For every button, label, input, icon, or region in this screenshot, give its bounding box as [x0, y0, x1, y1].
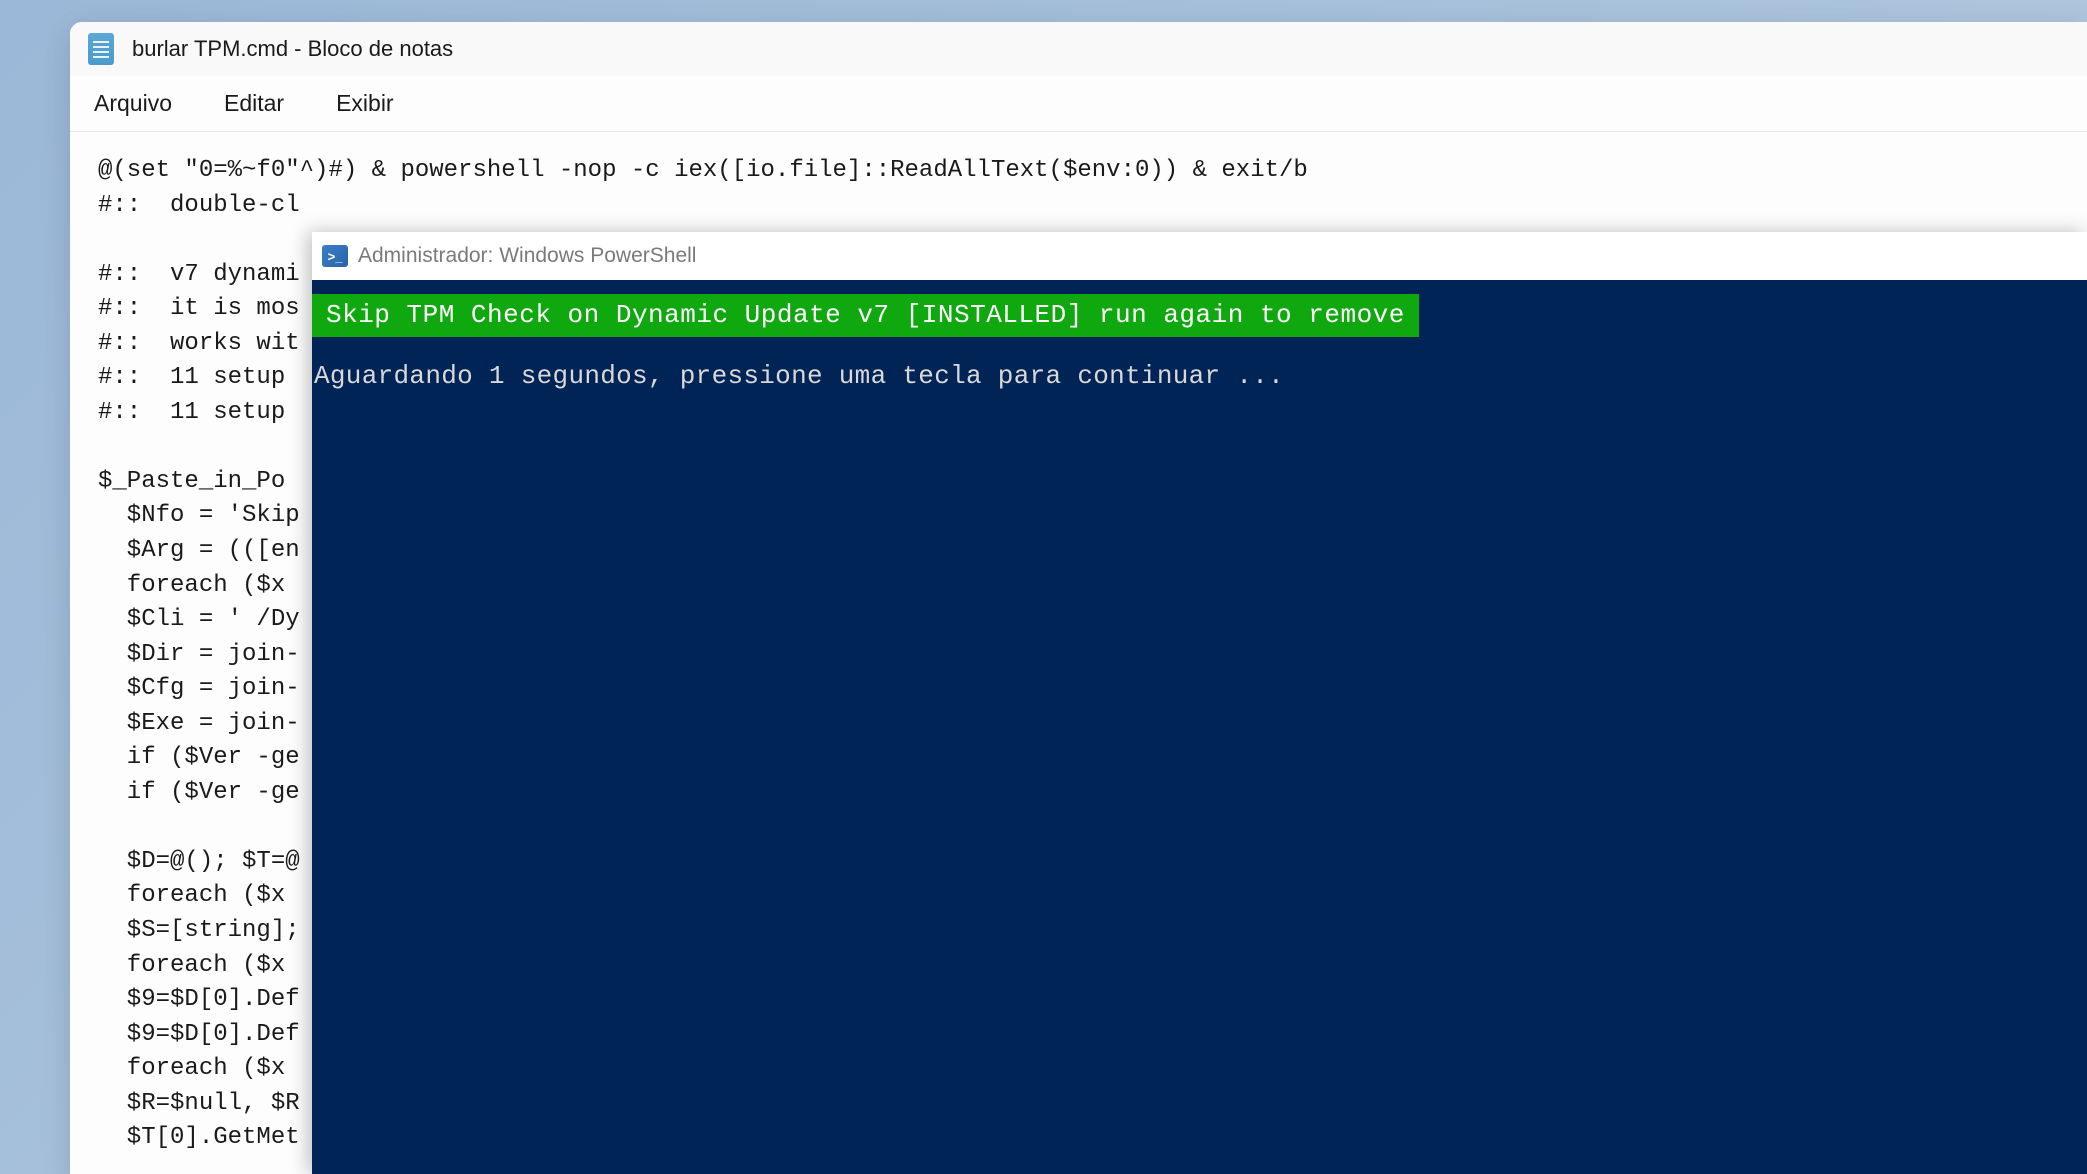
code-line: foreach ($x [98, 882, 285, 909]
notepad-menubar: Arquivo Editar Exibir [70, 76, 2087, 132]
powershell-window: >_ Administrador: Windows PowerShell Ski… [312, 232, 2087, 1174]
ps-status-line: Skip TPM Check on Dynamic Update v7 [INS… [312, 294, 1419, 337]
code-line: $S=[string]; [98, 917, 300, 944]
code-line: $_Paste_in_Po [98, 468, 285, 495]
notepad-titlebar[interactable]: burlar TPM.cmd - Bloco de notas [70, 22, 2087, 76]
code-line: $Dir = join- [98, 641, 300, 668]
code-line: foreach ($x [98, 952, 285, 979]
code-line: $Cfg = join- [98, 675, 300, 702]
code-line: $9=$D[0].Def [98, 1021, 300, 1048]
code-line: $Cli = ' /Dy [98, 606, 300, 633]
code-line: @(set "0=%~f0"^)#) & powershell -nop -c … [98, 157, 1308, 184]
ps-wait-line: Aguardando 1 segundos, pressione uma tec… [312, 355, 2087, 398]
code-line: if ($Ver -ge [98, 744, 300, 771]
menu-file[interactable]: Arquivo [94, 90, 172, 117]
code-line: #:: double-cl [98, 192, 300, 219]
code-line: $R=$null, $R [98, 1090, 300, 1117]
code-line: foreach ($x [98, 572, 285, 599]
code-line: #:: v7 dynami [98, 261, 300, 288]
powershell-app-icon: >_ [322, 245, 348, 267]
code-line: #:: it is mos [98, 295, 300, 322]
powershell-titlebar[interactable]: >_ Administrador: Windows PowerShell [312, 232, 2087, 280]
powershell-title: Administrador: Windows PowerShell [358, 244, 696, 268]
menu-view[interactable]: Exibir [336, 90, 394, 117]
code-line: $T[0].GetMet [98, 1124, 300, 1151]
code-line: #:: 11 setup [98, 399, 285, 426]
notepad-title: burlar TPM.cmd - Bloco de notas [132, 36, 453, 62]
code-line: #:: 11 setup [98, 364, 285, 391]
notepad-app-icon [88, 33, 114, 65]
code-line: $Arg = (([en [98, 537, 300, 564]
powershell-console[interactable]: Skip TPM Check on Dynamic Update v7 [INS… [312, 280, 2087, 398]
code-line: $Nfo = 'Skip [98, 502, 300, 529]
code-line: $Exe = join- [98, 710, 300, 737]
code-line: $9=$D[0].Def [98, 986, 300, 1013]
code-line: #:: works wit [98, 330, 300, 357]
code-line: $D=@(); $T=@ [98, 848, 300, 875]
code-line: foreach ($x [98, 1055, 285, 1082]
menu-edit[interactable]: Editar [224, 90, 284, 117]
code-line: if ($Ver -ge [98, 779, 300, 806]
